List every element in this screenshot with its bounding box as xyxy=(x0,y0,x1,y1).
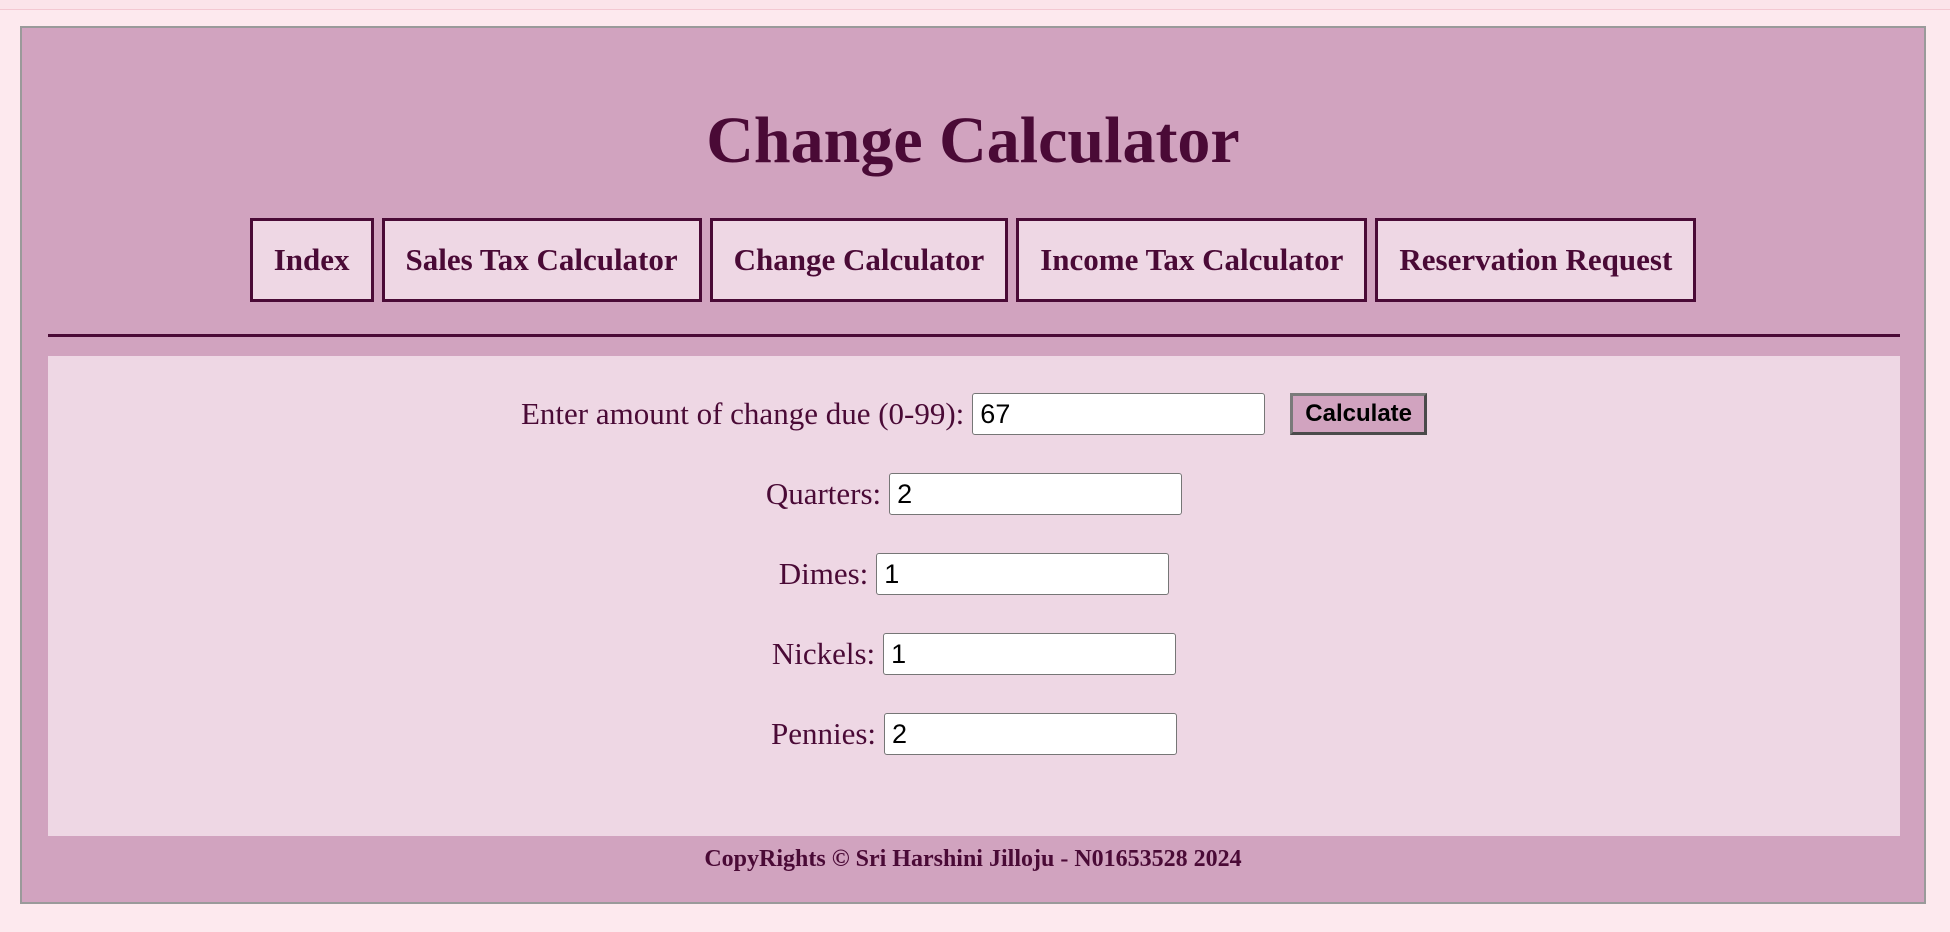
nickels-label: Nickels: xyxy=(771,636,876,671)
calculate-button[interactable]: Calculate xyxy=(1290,393,1428,435)
dimes-label: Dimes: xyxy=(778,556,869,591)
quarters-row: Quarters: xyxy=(48,473,1900,515)
quarters-label: Quarters: xyxy=(765,476,882,511)
dimes-row: Dimes: xyxy=(48,553,1900,595)
calculator-panel: Enter amount of change due (0-99): Calcu… xyxy=(48,356,1900,836)
pennies-field[interactable] xyxy=(884,713,1178,755)
quarters-field[interactable] xyxy=(889,473,1183,515)
main-nav: Index Sales Tax Calculator Change Calcul… xyxy=(22,218,1924,302)
header-divider xyxy=(48,334,1900,337)
copyright-footer: CopyRights © Sri Harshini Jilloju - N016… xyxy=(704,846,1242,872)
nav-link-change-calculator[interactable]: Change Calculator xyxy=(709,218,1009,302)
nav-link-index[interactable]: Index xyxy=(249,218,374,302)
amount-input[interactable] xyxy=(972,393,1266,435)
nickels-row: Nickels: xyxy=(48,633,1900,675)
page-title: Change Calculator xyxy=(706,104,1240,177)
nav-link-income-tax-calculator[interactable]: Income Tax Calculator xyxy=(1016,218,1368,302)
pennies-row: Pennies: xyxy=(48,713,1900,755)
nav-link-reservation-request[interactable]: Reservation Request xyxy=(1375,218,1697,302)
page-frame: Change Calculator Index Sales Tax Calcul… xyxy=(20,26,1926,904)
nav-link-sales-tax-calculator[interactable]: Sales Tax Calculator xyxy=(381,218,702,302)
pennies-label: Pennies: xyxy=(770,716,877,751)
nickels-field[interactable] xyxy=(883,633,1177,675)
dimes-field[interactable] xyxy=(876,553,1170,595)
browser-top-strip xyxy=(0,0,1950,10)
amount-row: Enter amount of change due (0-99): Calcu… xyxy=(48,393,1900,435)
amount-label: Enter amount of change due (0-99): xyxy=(520,396,965,431)
